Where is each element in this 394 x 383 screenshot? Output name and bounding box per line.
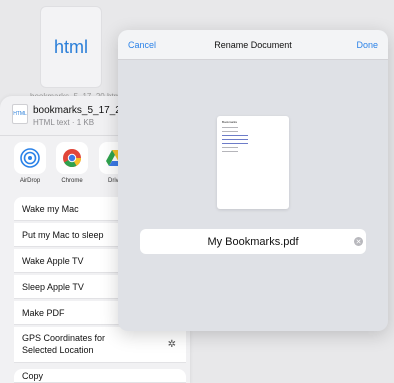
preview-line <box>222 131 238 132</box>
sparkle-icon: ✲ <box>167 339 176 350</box>
preview-heading: Bookmarks <box>222 120 238 124</box>
action-label: GPS Coordinates for Selected Location <box>22 333 106 355</box>
rename-dialog: Cancel Rename Document Done Bookmarks My… <box>118 30 388 331</box>
share-file-meta: HTML text · 1 KB <box>33 118 95 127</box>
preview-line <box>222 139 248 140</box>
dialog-title: Rename Document <box>214 40 292 50</box>
file-thumbnail-label: html <box>53 36 88 57</box>
document-preview: Bookmarks <box>217 116 289 209</box>
action-gps-coordinates[interactable]: GPS Coordinates for Selected Location ✲ <box>14 327 186 363</box>
action-copy[interactable]: Copy <box>14 369 186 383</box>
app-label: AirDrop <box>19 178 41 184</box>
html-file-icon: HTML <box>12 104 28 124</box>
clear-text-icon[interactable]: ✕ <box>354 237 363 246</box>
preview-line <box>222 135 248 136</box>
preview-line <box>222 143 248 144</box>
app-label: Chrome <box>61 178 83 184</box>
preview-line <box>222 147 238 148</box>
share-app-airdrop[interactable]: AirDrop <box>12 142 48 184</box>
airdrop-icon <box>14 142 46 174</box>
share-app-chrome[interactable]: Chrome <box>54 142 90 184</box>
file-thumbnail: html <box>40 6 102 88</box>
preview-line <box>222 151 238 152</box>
preview-line <box>222 127 238 128</box>
dialog-nav-bar: Cancel Rename Document Done <box>118 30 388 60</box>
chrome-icon <box>56 142 88 174</box>
document-name-field[interactable]: My Bookmarks.pdf <box>140 229 366 254</box>
done-button[interactable]: Done <box>356 40 378 50</box>
